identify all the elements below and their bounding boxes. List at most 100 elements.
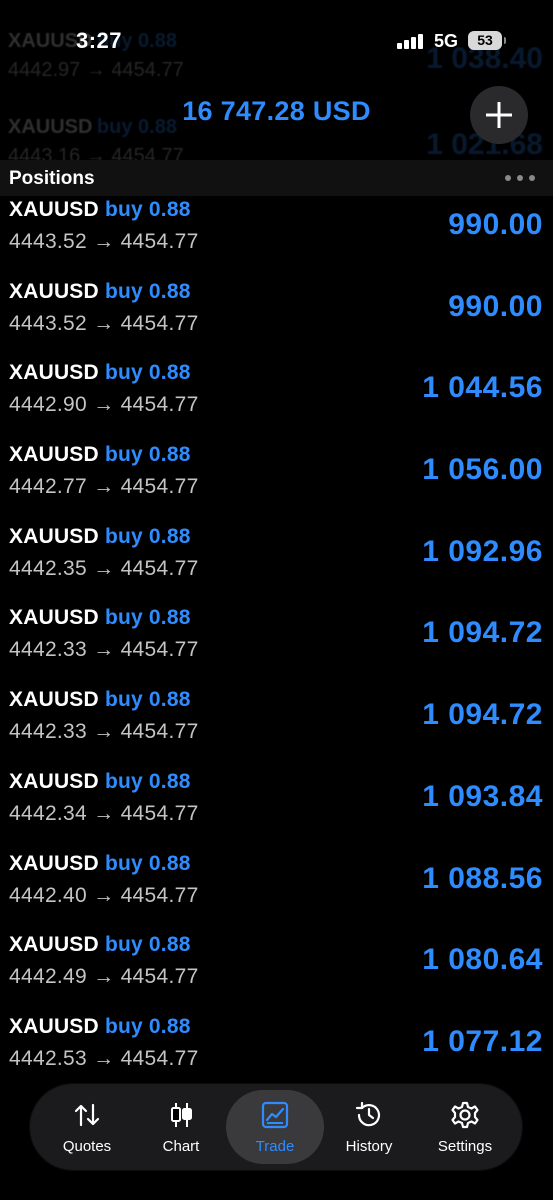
position-volume: 0.88 bbox=[148, 524, 191, 548]
position-symbol: XAUUSD bbox=[9, 198, 99, 221]
tab-chart[interactable]: Chart bbox=[132, 1090, 230, 1164]
gear-icon bbox=[451, 1101, 479, 1129]
position-symbol-line: XAUUSD buy 0.88 bbox=[9, 933, 191, 957]
position-symbol: XAUUSD bbox=[9, 524, 99, 548]
position-prices: 4442.40 → 4454.77 bbox=[9, 883, 199, 907]
position-row[interactable]: XAUUSD buy 0.88 4442.33 → 4454.77 1 094.72 bbox=[0, 604, 553, 686]
position-row[interactable]: XAUUSD buy 0.88 4442.33 → 4454.77 1 094.72 bbox=[0, 686, 553, 768]
position-symbol-line: XAUUSD buy 0.88 bbox=[9, 280, 191, 304]
positions-list: XAUUSD buy 0.88 4443.52 → 4454.77 990.00 XA… bbox=[0, 196, 553, 1095]
position-row[interactable]: XAUUSD buy 0.88 4442.35 → 4454.77 1 092.96 bbox=[0, 523, 553, 605]
status-time: 3:27 bbox=[76, 28, 123, 53]
tab-trade[interactable]: Trade bbox=[226, 1090, 324, 1164]
position-symbol: XAUUSD bbox=[9, 1014, 99, 1038]
position-profit: 1 080.64 bbox=[422, 943, 543, 977]
position-symbol: XAUUSD bbox=[9, 361, 99, 385]
position-row[interactable]: XAUUSD buy 0.88 4442.77 → 4454.77 1 056.00 bbox=[0, 441, 553, 523]
position-prices: 4442.33 → 4454.77 bbox=[9, 638, 199, 662]
position-volume: 0.88 bbox=[148, 688, 191, 712]
new-order-button[interactable] bbox=[470, 86, 528, 144]
tab-history[interactable]: History bbox=[320, 1090, 418, 1164]
history-clock-icon bbox=[355, 1101, 381, 1127]
trade-chart-icon bbox=[261, 1101, 289, 1129]
position-symbol-line: XAUUSD buy 0.88 bbox=[9, 198, 191, 222]
position-direction: buy bbox=[104, 769, 143, 793]
tab-label: Trade bbox=[255, 1138, 295, 1155]
position-direction: buy bbox=[104, 524, 143, 548]
battery-tip bbox=[504, 37, 506, 44]
tab-bar: Quotes Chart Trade History Settings bbox=[30, 1084, 522, 1170]
position-symbol-line: XAUUSD buy 0.88 bbox=[9, 1015, 191, 1039]
candlestick-icon bbox=[171, 1103, 192, 1127]
position-volume: 0.88 bbox=[148, 1014, 191, 1038]
position-row[interactable]: XAUUSD buy 0.88 4443.52 → 4454.77 990.00 bbox=[0, 196, 553, 278]
position-volume: 0.88 bbox=[148, 933, 191, 957]
position-prices: 4442.34 → 4454.77 bbox=[9, 801, 199, 825]
positions-header: Positions bbox=[0, 160, 553, 196]
position-direction: buy bbox=[104, 361, 143, 385]
position-volume: 0.88 bbox=[148, 279, 191, 303]
position-volume: 0.88 bbox=[148, 769, 191, 793]
position-direction: buy bbox=[104, 198, 143, 221]
cellular-signal-icon bbox=[397, 33, 425, 49]
position-row[interactable]: XAUUSD buy 0.88 4443.52 → 4454.77 990.00 bbox=[0, 278, 553, 360]
position-symbol-line: XAUUSD buy 0.88 bbox=[9, 606, 191, 630]
tab-settings[interactable]: Settings bbox=[416, 1090, 514, 1164]
quotes-arrows-icon bbox=[74, 1103, 100, 1127]
position-profit: 1 088.56 bbox=[422, 861, 543, 895]
position-row[interactable]: XAUUSD buy 0.88 4442.53 → 4454.77 1 077.12 bbox=[0, 1013, 553, 1095]
position-symbol-line: XAUUSD buy 0.88 bbox=[9, 770, 191, 794]
position-direction: buy bbox=[104, 1014, 143, 1038]
battery-level: 53 bbox=[477, 32, 493, 48]
position-profit: 990.00 bbox=[448, 289, 543, 323]
position-direction: buy bbox=[104, 688, 143, 712]
position-symbol: XAUUSD bbox=[9, 279, 99, 303]
position-symbol: XAUUSD bbox=[9, 443, 99, 467]
position-prices: 4443.52 → 4454.77 bbox=[9, 311, 199, 335]
position-symbol-line: XAUUSD buy 0.88 bbox=[9, 361, 191, 385]
position-prices: 4443.52 → 4454.77 bbox=[9, 230, 199, 253]
position-symbol: XAUUSD bbox=[9, 933, 99, 957]
position-row[interactable]: XAUUSD buy 0.88 4442.90 → 4454.77 1 044.56 bbox=[0, 359, 553, 441]
position-profit: 1 044.56 bbox=[422, 371, 543, 405]
position-symbol: XAUUSD bbox=[9, 769, 99, 793]
more-options-icon[interactable] bbox=[505, 175, 535, 181]
section-title: Positions bbox=[9, 168, 95, 189]
position-prices: 4442.35 → 4454.77 bbox=[9, 556, 199, 580]
position-prices: 4442.77 → 4454.77 bbox=[9, 475, 199, 499]
tab-label: History bbox=[345, 1138, 393, 1155]
position-prices: 4442.49 → 4454.77 bbox=[9, 965, 199, 989]
position-symbol-line: XAUUSD buy 0.88 bbox=[9, 688, 191, 712]
position-prices: 4442.53 → 4454.77 bbox=[9, 1046, 199, 1070]
position-direction: buy bbox=[104, 279, 143, 303]
status-bar: 3:27 5G 53 bbox=[0, 0, 553, 80]
position-direction: buy bbox=[104, 606, 143, 630]
position-symbol: XAUUSD bbox=[9, 688, 99, 712]
position-volume: 0.88 bbox=[148, 361, 191, 385]
battery-icon: 53 bbox=[468, 31, 502, 50]
position-volume: 0.88 bbox=[148, 198, 191, 221]
position-prices: 4442.90 → 4454.77 bbox=[9, 393, 199, 417]
position-row[interactable]: XAUUSD buy 0.88 4442.34 → 4454.77 1 093.84 bbox=[0, 768, 553, 850]
position-volume: 0.88 bbox=[148, 851, 191, 875]
position-symbol: XAUUSD bbox=[9, 851, 99, 875]
position-symbol-line: XAUUSD buy 0.88 bbox=[9, 525, 191, 549]
position-profit: 1 094.72 bbox=[422, 616, 543, 650]
position-row[interactable]: XAUUSD buy 0.88 4442.40 → 4454.77 1 088.56 bbox=[0, 850, 553, 932]
tab-quotes[interactable]: Quotes bbox=[38, 1090, 136, 1164]
position-row[interactable]: XAUUSD buy 0.88 4442.49 → 4454.77 1 080.64 bbox=[0, 931, 553, 1013]
tab-label: Settings bbox=[437, 1138, 493, 1155]
tab-label: Quotes bbox=[62, 1138, 112, 1155]
position-symbol: XAUUSD bbox=[9, 606, 99, 630]
position-profit: 1 077.12 bbox=[422, 1024, 543, 1058]
position-profit: 1 093.84 bbox=[422, 779, 543, 813]
position-direction: buy bbox=[104, 851, 143, 875]
position-volume: 0.88 bbox=[148, 606, 191, 630]
position-direction: buy bbox=[104, 933, 143, 957]
position-profit: 1 056.00 bbox=[422, 453, 543, 487]
position-volume: 0.88 bbox=[148, 443, 191, 467]
position-profit: 990.00 bbox=[448, 208, 543, 241]
position-symbol-line: XAUUSD buy 0.88 bbox=[9, 443, 191, 467]
position-direction: buy bbox=[104, 443, 143, 467]
network-type: 5G bbox=[434, 31, 459, 51]
